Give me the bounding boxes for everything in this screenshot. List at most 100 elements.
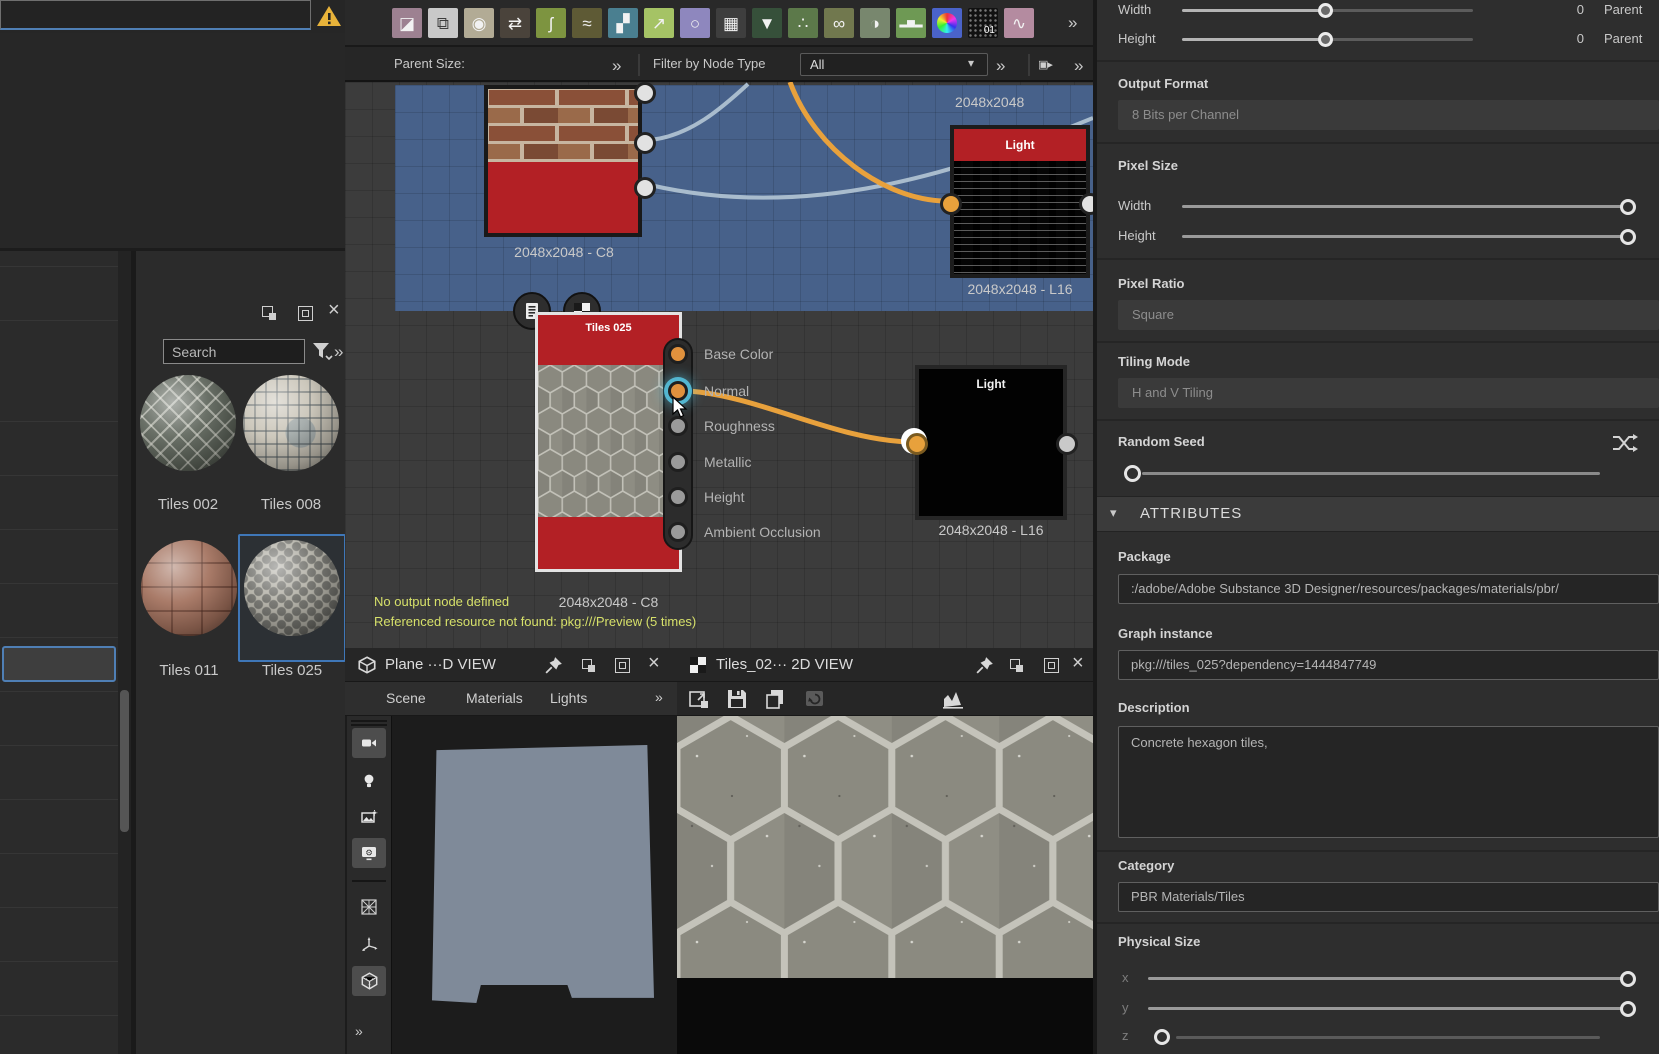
width-ref-dropdown[interactable]: Parent [1604, 2, 1642, 17]
port-ambient-occlusion[interactable] [668, 522, 688, 542]
warp-icon[interactable]: ≈ [572, 8, 602, 38]
search-input[interactable] [163, 339, 305, 364]
pixel-width-slider[interactable] [1182, 205, 1634, 208]
output-connector[interactable] [634, 177, 656, 199]
save-icon[interactable] [726, 688, 748, 710]
node-type-filter-dropdown[interactable] [800, 53, 988, 76]
physical-x-slider[interactable] [1148, 977, 1628, 980]
camera-icon[interactable] [352, 728, 386, 758]
float-panel-icon[interactable] [262, 306, 276, 320]
copy-icon[interactable] [764, 688, 786, 710]
wireframe-icon[interactable] [352, 892, 386, 922]
light-bulb-icon[interactable] [352, 766, 386, 796]
tab-materials[interactable]: Materials [466, 690, 523, 706]
filter-more-button[interactable]: » [996, 57, 1005, 74]
color-wheel-icon[interactable] [932, 8, 962, 38]
list-scrollbar[interactable] [118, 251, 131, 1054]
environment-image-icon[interactable] [352, 802, 386, 832]
export-image-icon[interactable] [688, 688, 710, 710]
bezier-icon[interactable]: ∿ [1004, 8, 1034, 38]
maximize-panel-icon[interactable] [298, 306, 313, 321]
pin-icon[interactable] [545, 656, 563, 674]
transform-icon[interactable]: ▞ [608, 8, 638, 38]
physical-y-slider[interactable] [1148, 1007, 1628, 1010]
view3d-header[interactable]: Plane ···D VIEW × [345, 648, 677, 682]
histogram-icon[interactable]: ▂▅▂ [896, 8, 926, 38]
toolbar-overflow-button[interactable]: » [1074, 57, 1083, 74]
scatter-icon[interactable]: ∴ [788, 8, 818, 38]
close-panel-icon[interactable]: × [328, 300, 340, 320]
input-connector[interactable] [940, 193, 962, 215]
tab-lights[interactable]: Lights [550, 690, 587, 706]
material-thumbnail-tiles-011[interactable] [141, 540, 237, 636]
pattern-01-icon[interactable]: 01 [968, 8, 998, 38]
output-connector[interactable] [634, 132, 656, 154]
directional-warp-icon[interactable]: ⇄ [500, 8, 530, 38]
close-panel-icon[interactable]: × [648, 653, 660, 673]
light-node[interactable]: Light [915, 365, 1067, 520]
scrollbar-thumb[interactable] [120, 690, 129, 832]
node-graph-canvas[interactable]: 2048x2048 - C8 2048x2048 Light 2048x2048… [345, 82, 1093, 648]
package-field[interactable]: :/adobe/Adobe Substance 3D Designer/reso… [1118, 574, 1659, 604]
float-panel-icon[interactable] [1010, 659, 1023, 672]
description-field[interactable]: Concrete hexagon tiles, [1118, 726, 1659, 838]
graph-instance-field[interactable]: pkg:///tiles_025?dependency=1444847749 [1118, 650, 1659, 680]
display-settings-icon[interactable]: ⚙ [352, 838, 386, 868]
histogram-icon[interactable] [943, 689, 963, 709]
safe-transform-icon[interactable]: ↗ [644, 8, 674, 38]
refresh-icon[interactable] [804, 688, 826, 710]
pixel-height-slider[interactable] [1182, 235, 1634, 238]
flood-fill-icon[interactable]: ▼ [752, 8, 782, 38]
maximize-panel-icon[interactable] [615, 658, 630, 673]
shape-icon[interactable]: ○ [680, 8, 710, 38]
port-base-color[interactable] [668, 344, 688, 364]
filter-funnel-icon[interactable] [311, 341, 335, 363]
pixel-width-handle[interactable] [1620, 199, 1636, 215]
rename-input[interactable] [0, 0, 311, 30]
width-slider-handle[interactable] [1318, 3, 1333, 18]
port-height[interactable] [668, 487, 688, 507]
physical-y-handle[interactable] [1620, 1001, 1636, 1017]
tile-sampler-icon[interactable]: ▦ [716, 8, 746, 38]
bitmap-icon[interactable]: ◪ [392, 8, 422, 38]
height-ref-dropdown[interactable]: Parent [1604, 31, 1642, 46]
light-node[interactable]: Light [950, 125, 1090, 278]
tab-scene[interactable]: Scene [386, 690, 426, 706]
pin-icon[interactable] [976, 656, 994, 674]
hexagon-texture-preview[interactable] [677, 716, 1093, 978]
parent-size-more-button[interactable]: » [612, 57, 621, 74]
output-connector[interactable] [1056, 433, 1078, 455]
cube-mesh-icon[interactable] [352, 966, 386, 996]
tabs-overflow-button[interactable]: » [655, 690, 663, 704]
view2d-header[interactable]: Tiles_02··· 2D VIEW × [677, 648, 1093, 682]
input-connector[interactable] [906, 433, 928, 455]
material-thumbnail-tiles-025[interactable] [244, 540, 340, 636]
float-panel-icon[interactable] [582, 659, 595, 672]
close-panel-icon[interactable]: × [1072, 653, 1084, 673]
material-thumbnail-tiles-002[interactable] [140, 375, 236, 471]
material-thumbnail-tiles-008[interactable] [243, 375, 339, 471]
height-slider-handle[interactable] [1318, 32, 1333, 47]
random-seed-slider[interactable] [1142, 472, 1600, 475]
text-icon[interactable]: ⧉ [428, 8, 458, 38]
output-connector[interactable] [634, 82, 656, 104]
physical-z-handle[interactable] [1154, 1029, 1170, 1045]
physical-x-handle[interactable] [1620, 971, 1636, 987]
category-field[interactable]: PBR Materials/Tiles [1118, 882, 1659, 912]
blend-icon[interactable]: ∞ [824, 8, 854, 38]
pixel-height-handle[interactable] [1620, 229, 1636, 245]
blur-icon[interactable]: ◉ [464, 8, 494, 38]
curve-icon[interactable]: ʃ [536, 8, 566, 38]
random-seed-handle[interactable] [1124, 465, 1141, 482]
tiles-025-node[interactable]: Tiles 025 [535, 312, 682, 572]
selected-list-row[interactable] [2, 646, 116, 682]
physical-z-slider[interactable] [1176, 1036, 1600, 1039]
maximize-panel-icon[interactable] [1044, 658, 1059, 673]
library-more-button[interactable]: » [334, 343, 343, 360]
toolbar-overflow-button[interactable]: » [355, 1024, 363, 1038]
panel-divider[interactable] [131, 251, 136, 1054]
axis-gizmo-icon[interactable] [352, 930, 386, 960]
shuffle-icon[interactable] [1612, 432, 1638, 454]
view3d-viewport[interactable]: ⚙ » [345, 716, 677, 1054]
port-metallic[interactable] [668, 452, 688, 472]
